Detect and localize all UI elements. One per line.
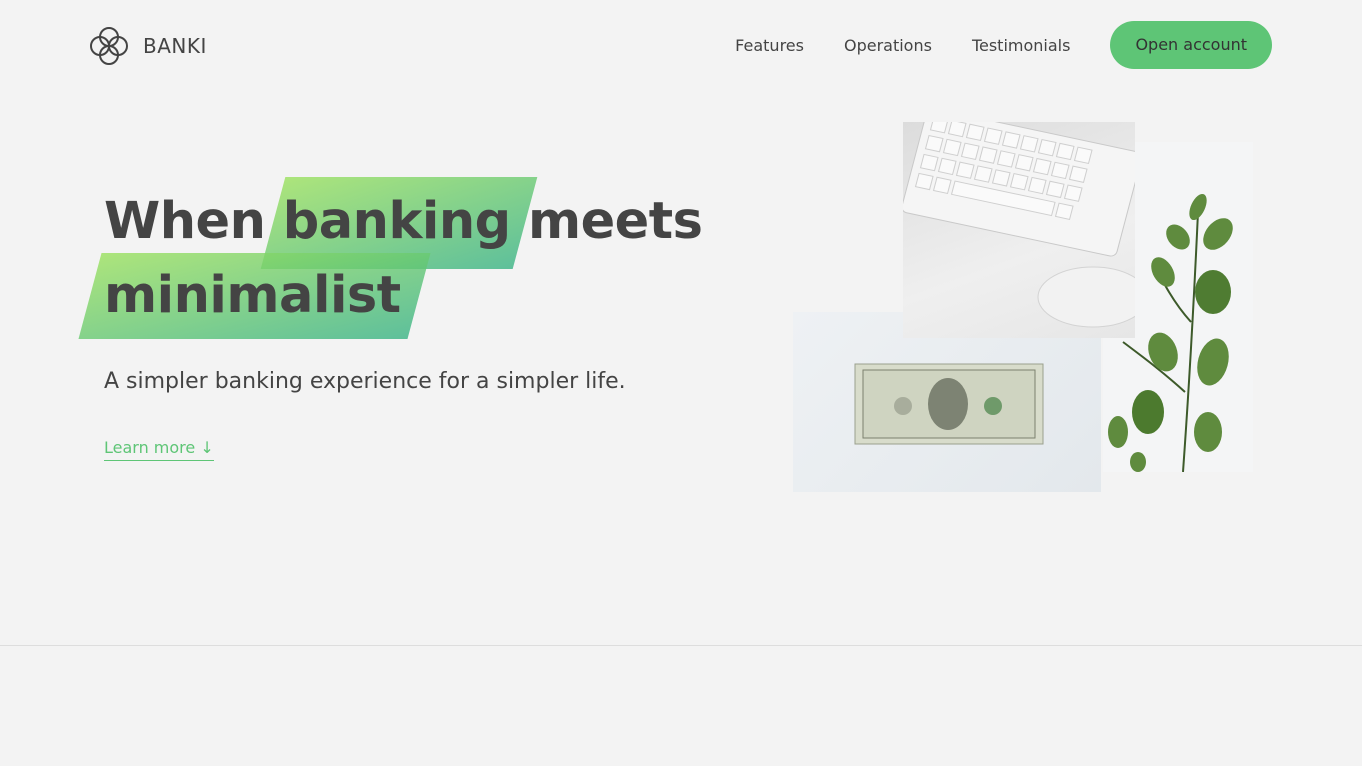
hero-subtitle: A simpler banking experience for a simpl… bbox=[104, 369, 626, 394]
hero-title: When banking meets minimalist bbox=[104, 185, 754, 333]
section-divider bbox=[0, 645, 1362, 646]
top-nav: BANKI Features Operations Testimonials O… bbox=[0, 0, 1362, 90]
nav-link-features[interactable]: Features bbox=[735, 36, 804, 55]
logo-icon bbox=[90, 27, 128, 65]
brand-name: BANKI bbox=[143, 34, 207, 58]
hero-image-collage bbox=[793, 122, 1253, 494]
hero-title-highlight-banking: banking bbox=[283, 185, 511, 259]
learn-more-link[interactable]: Learn more ↓ bbox=[104, 438, 214, 461]
hero-title-word-when: When bbox=[104, 192, 266, 251]
hero-title-highlight-minimalist: minimalist bbox=[104, 259, 401, 333]
logo[interactable]: BANKI bbox=[85, 22, 207, 70]
hero-title-word-meets: meets bbox=[527, 192, 703, 251]
nav-link-operations[interactable]: Operations bbox=[844, 36, 932, 55]
open-account-button[interactable]: Open account bbox=[1110, 21, 1272, 69]
nav-links: Features Operations Testimonials Open ac… bbox=[735, 21, 1272, 69]
keyboard-image bbox=[903, 122, 1135, 338]
nav-link-testimonials[interactable]: Testimonials bbox=[972, 36, 1071, 55]
dollar-bill-image bbox=[793, 312, 1101, 492]
